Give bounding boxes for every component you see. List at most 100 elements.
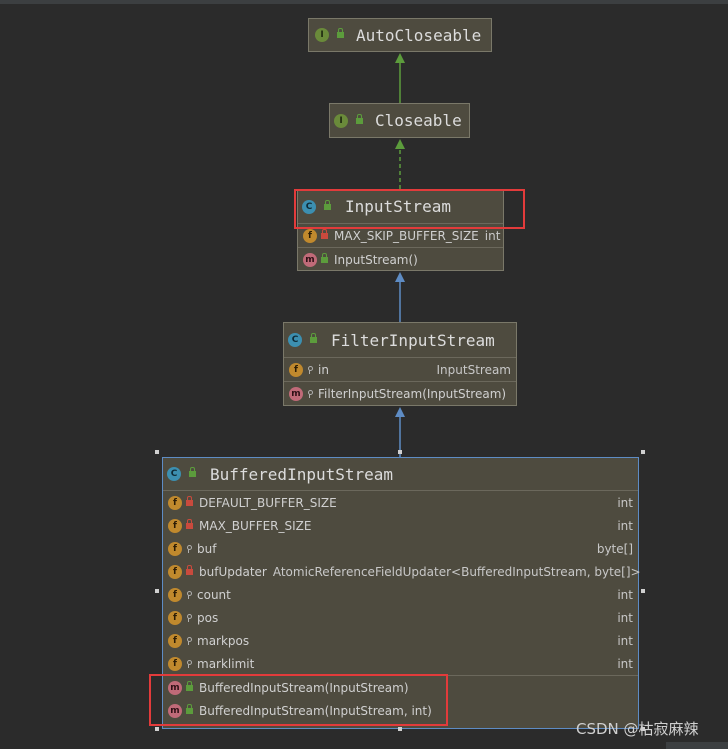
field-row[interactable]: f MAX_BUFFER_SIZE int [163,514,638,537]
field-row[interactable]: f bufUpdater AtomicReferenceFieldUpdater… [163,560,641,583]
field-type: int [617,587,633,602]
private-visibility-icon [186,495,193,506]
field-type: int [617,610,633,625]
field-icon: f [168,564,182,579]
public-visibility-icon [356,113,363,124]
fields-section: f in InputStream [284,357,516,381]
field-row[interactable]: f markpos int [163,629,638,652]
node-title: FilterInputStream [331,330,495,350]
node-title: BufferedInputStream [210,464,394,484]
public-visibility-icon [189,467,196,477]
selection-handle[interactable] [155,450,159,454]
selection-handle[interactable] [398,727,402,731]
method-row[interactable]: m InputStream() [298,248,503,271]
field-row[interactable]: f MAX_SKIP_BUFFER_SIZE int [298,224,503,247]
class-node-inputstream[interactable]: C InputStream f MAX_SKIP_BUFFER_SIZE int… [297,189,504,271]
private-visibility-icon [321,228,328,239]
field-row[interactable]: f DEFAULT_BUFFER_SIZE int [163,491,638,514]
package-visibility-icon [307,365,313,374]
field-icon: f [289,362,303,377]
field-type: int [617,656,633,671]
method-name: BufferedInputStream(InputStream, int) [199,703,432,718]
field-icon: f [168,610,182,625]
public-visibility-icon [337,28,344,38]
selection-handle[interactable] [641,450,645,454]
field-name: marklimit [197,656,255,671]
field-type: int [617,518,633,533]
arrowhead-inputstream [395,272,405,282]
package-visibility-icon [186,544,192,553]
field-row[interactable]: f marklimit int [163,652,638,675]
node-header: C FilterInputStream [284,323,516,357]
field-name: MAX_SKIP_BUFFER_SIZE [334,228,479,243]
field-icon: f [168,495,182,510]
field-name: pos [197,610,219,625]
methods-section: m FilterInputStream(InputStream) [284,381,516,405]
node-header: I AutoCloseable [309,19,491,51]
fields-section: f MAX_SKIP_BUFFER_SIZE int [298,223,503,247]
node-header: C InputStream [298,190,503,223]
method-name: BufferedInputStream(InputStream) [199,680,409,695]
field-name: in [318,362,329,377]
field-type: int [617,633,633,648]
field-row[interactable]: f count int [163,583,638,606]
private-visibility-icon [186,518,193,529]
interface-icon: I [334,113,348,128]
method-icon: m [289,386,303,401]
arrowhead-closeable [395,139,405,149]
public-visibility-icon [310,333,317,343]
selection-handle[interactable] [155,589,159,593]
watermark: CSDN @枯寂麻辣 [576,720,699,738]
field-icon: f [303,228,317,243]
field-type: int [484,228,501,243]
fields-section: f DEFAULT_BUFFER_SIZE int f MAX_BUFFER_S… [163,490,641,675]
field-name: count [197,587,231,602]
field-row[interactable]: f pos int [163,606,638,629]
class-icon: C [302,199,316,214]
arrowhead-autocloseable [395,53,405,63]
interface-icon: I [315,28,329,42]
method-row[interactable]: m FilterInputStream(InputStream) [284,382,516,405]
field-row[interactable]: f in InputStream [284,358,516,381]
method-row[interactable]: m BufferedInputStream(InputStream, int) [163,699,638,722]
class-node-closeable[interactable]: I Closeable [329,103,470,138]
class-node-filterinputstream[interactable]: C FilterInputStream f in InputStream m F… [283,322,517,406]
selection-handle[interactable] [641,589,645,593]
public-visibility-icon [186,680,193,691]
class-icon: C [288,333,302,347]
field-type: AtomicReferenceFieldUpdater<BufferedInpu… [272,564,641,579]
field-icon: f [168,656,182,671]
field-type: int [617,495,633,510]
node-title: AutoCloseable [356,25,482,45]
class-icon: C [167,467,181,481]
method-name: InputStream() [334,252,418,267]
package-visibility-icon [186,659,192,668]
method-row[interactable]: m BufferedInputStream(InputStream) [163,676,638,699]
methods-section: m InputStream() [298,247,503,271]
package-visibility-icon [186,590,192,599]
field-name: bufUpdater [199,564,267,579]
class-node-bufferedinputstream[interactable]: C BufferedInputStream f DEFAULT_BUFFER_S… [162,457,641,729]
field-name: buf [197,541,217,556]
field-icon: f [168,541,182,556]
node-header: C BufferedInputStream [163,458,638,490]
package-visibility-icon [186,636,192,645]
public-visibility-icon [324,199,331,210]
field-icon: f [168,633,182,648]
field-name: markpos [197,633,250,648]
field-row[interactable]: f buf byte[] [163,537,638,560]
arrowhead-filterinputstream [395,407,405,417]
method-icon: m [168,680,182,695]
selection-handle[interactable] [155,727,159,731]
node-header: I Closeable [330,104,469,137]
field-type: byte[] [596,541,633,556]
method-icon: m [303,252,317,267]
field-name: DEFAULT_BUFFER_SIZE [199,495,337,510]
methods-section: m BufferedInputStream(InputStream) m Buf… [163,675,638,722]
public-visibility-icon [186,703,193,714]
selection-handle[interactable] [398,450,402,454]
class-node-autocloseable[interactable]: I AutoCloseable [308,18,492,52]
private-visibility-icon [186,564,193,575]
method-name: FilterInputStream(InputStream) [318,386,507,401]
package-visibility-icon [186,613,192,622]
